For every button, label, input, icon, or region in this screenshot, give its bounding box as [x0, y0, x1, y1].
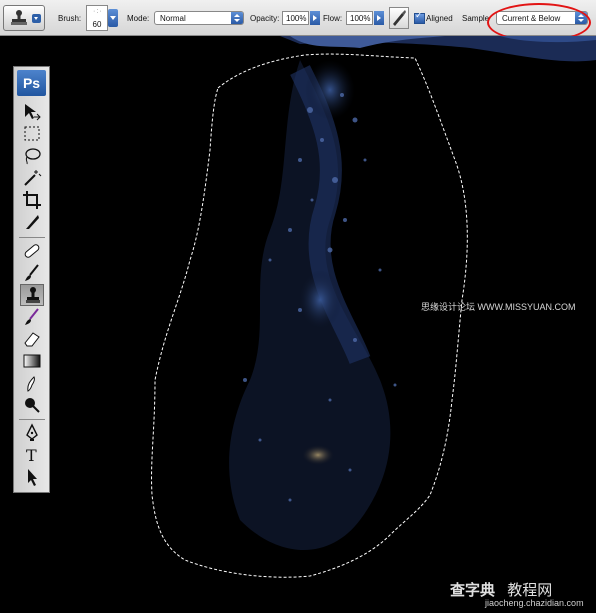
- watermark-missyuan: 思缘设计论坛 WWW.MISSYUAN.COM: [421, 302, 576, 312]
- brush-size-value: 60: [92, 20, 102, 29]
- crop-tool-icon: [23, 191, 41, 209]
- brush-preset-picker[interactable]: ·:· 60: [86, 5, 108, 31]
- options-bar: Brush: ·:· 60 Mode: Normal Opacity: 100%…: [0, 0, 596, 42]
- healing-brush-tool[interactable]: [20, 240, 44, 262]
- gradient-tool-icon: [23, 354, 41, 368]
- magic-wand-tool-icon: [24, 170, 42, 186]
- watermark-chazidian: 查字典 教程网: [450, 579, 552, 600]
- lasso-tool-icon: [25, 148, 41, 165]
- canvas-artwork: [0, 36, 596, 613]
- healing-brush-tool-icon: [24, 244, 40, 258]
- flow-field[interactable]: 100%: [346, 11, 373, 25]
- history-brush-tool-icon: [25, 308, 39, 325]
- aligned-label: Aligned: [426, 14, 453, 23]
- toolbox-divider: [19, 237, 45, 238]
- opacity-slider-button[interactable]: [310, 11, 320, 25]
- slice-tool-icon: [26, 215, 39, 229]
- dodge-tool-icon: [25, 398, 40, 413]
- opacity-field[interactable]: 100%: [282, 11, 309, 25]
- chevron-updown-icon: [231, 12, 243, 24]
- watermark-brand-2: 教程网: [507, 582, 553, 599]
- svg-text:T: T: [26, 446, 37, 465]
- clone-stamp-tool[interactable]: [20, 284, 44, 306]
- eraser-tool[interactable]: [20, 328, 44, 350]
- slice-tool[interactable]: [20, 211, 44, 233]
- brush-label: Brush:: [58, 14, 82, 23]
- opacity-label: Opacity:: [250, 14, 280, 23]
- watermark-brand-1: 查字典: [450, 582, 496, 599]
- flow-label: Flow:: [323, 14, 343, 23]
- watermark-url: jiaocheng.chazidian.com: [485, 598, 584, 608]
- smudge-tool[interactable]: [20, 372, 44, 394]
- clone-stamp-icon: [11, 10, 27, 25]
- flow-slider-button[interactable]: [374, 11, 384, 25]
- marquee-tool-icon: [24, 126, 40, 141]
- mode-label: Mode:: [127, 14, 150, 23]
- photoshop-logo: Ps: [17, 70, 46, 96]
- document-canvas[interactable]: [0, 36, 596, 613]
- opacity-value: 100%: [286, 14, 307, 23]
- brush-tip-icon: ·:·: [93, 8, 103, 15]
- brush-dropdown-button[interactable]: [108, 9, 118, 27]
- history-brush-tool[interactable]: [20, 306, 44, 328]
- move-tool-icon: [25, 104, 41, 121]
- path-selection-tool[interactable]: [20, 466, 44, 488]
- gradient-tool[interactable]: [20, 350, 44, 372]
- airbrush-icon: [393, 10, 406, 26]
- smudge-tool-icon: [27, 376, 35, 392]
- pen-tool[interactable]: [20, 422, 44, 444]
- aligned-checkbox[interactable]: [414, 11, 425, 24]
- toolbox-divider: [19, 419, 45, 420]
- clone-stamp-tool-icon: [26, 287, 40, 303]
- sample-label: Sample: [462, 14, 490, 23]
- crop-tool[interactable]: [20, 189, 44, 211]
- mode-select[interactable]: Normal: [154, 11, 244, 25]
- airbrush-toggle[interactable]: [389, 7, 409, 29]
- tools-panel: Ps T: [13, 66, 50, 493]
- flow-value: 100%: [350, 14, 371, 23]
- type-tool-icon: T: [26, 446, 37, 465]
- brush-tool[interactable]: [20, 262, 44, 284]
- marquee-tool[interactable]: [20, 123, 44, 145]
- mode-value: Normal: [160, 14, 186, 23]
- path-selection-tool-icon: [28, 469, 37, 486]
- lasso-tool[interactable]: [20, 145, 44, 167]
- type-tool[interactable]: T: [20, 444, 44, 466]
- chevron-down-icon: [32, 14, 41, 23]
- move-tool[interactable]: [20, 101, 44, 123]
- brush-tool-icon: [25, 264, 39, 281]
- magic-wand-tool[interactable]: [20, 167, 44, 189]
- dodge-tool[interactable]: [20, 394, 44, 416]
- eraser-tool-icon: [24, 332, 40, 347]
- tool-preset-picker[interactable]: [3, 5, 45, 31]
- pen-tool-icon: [26, 423, 38, 441]
